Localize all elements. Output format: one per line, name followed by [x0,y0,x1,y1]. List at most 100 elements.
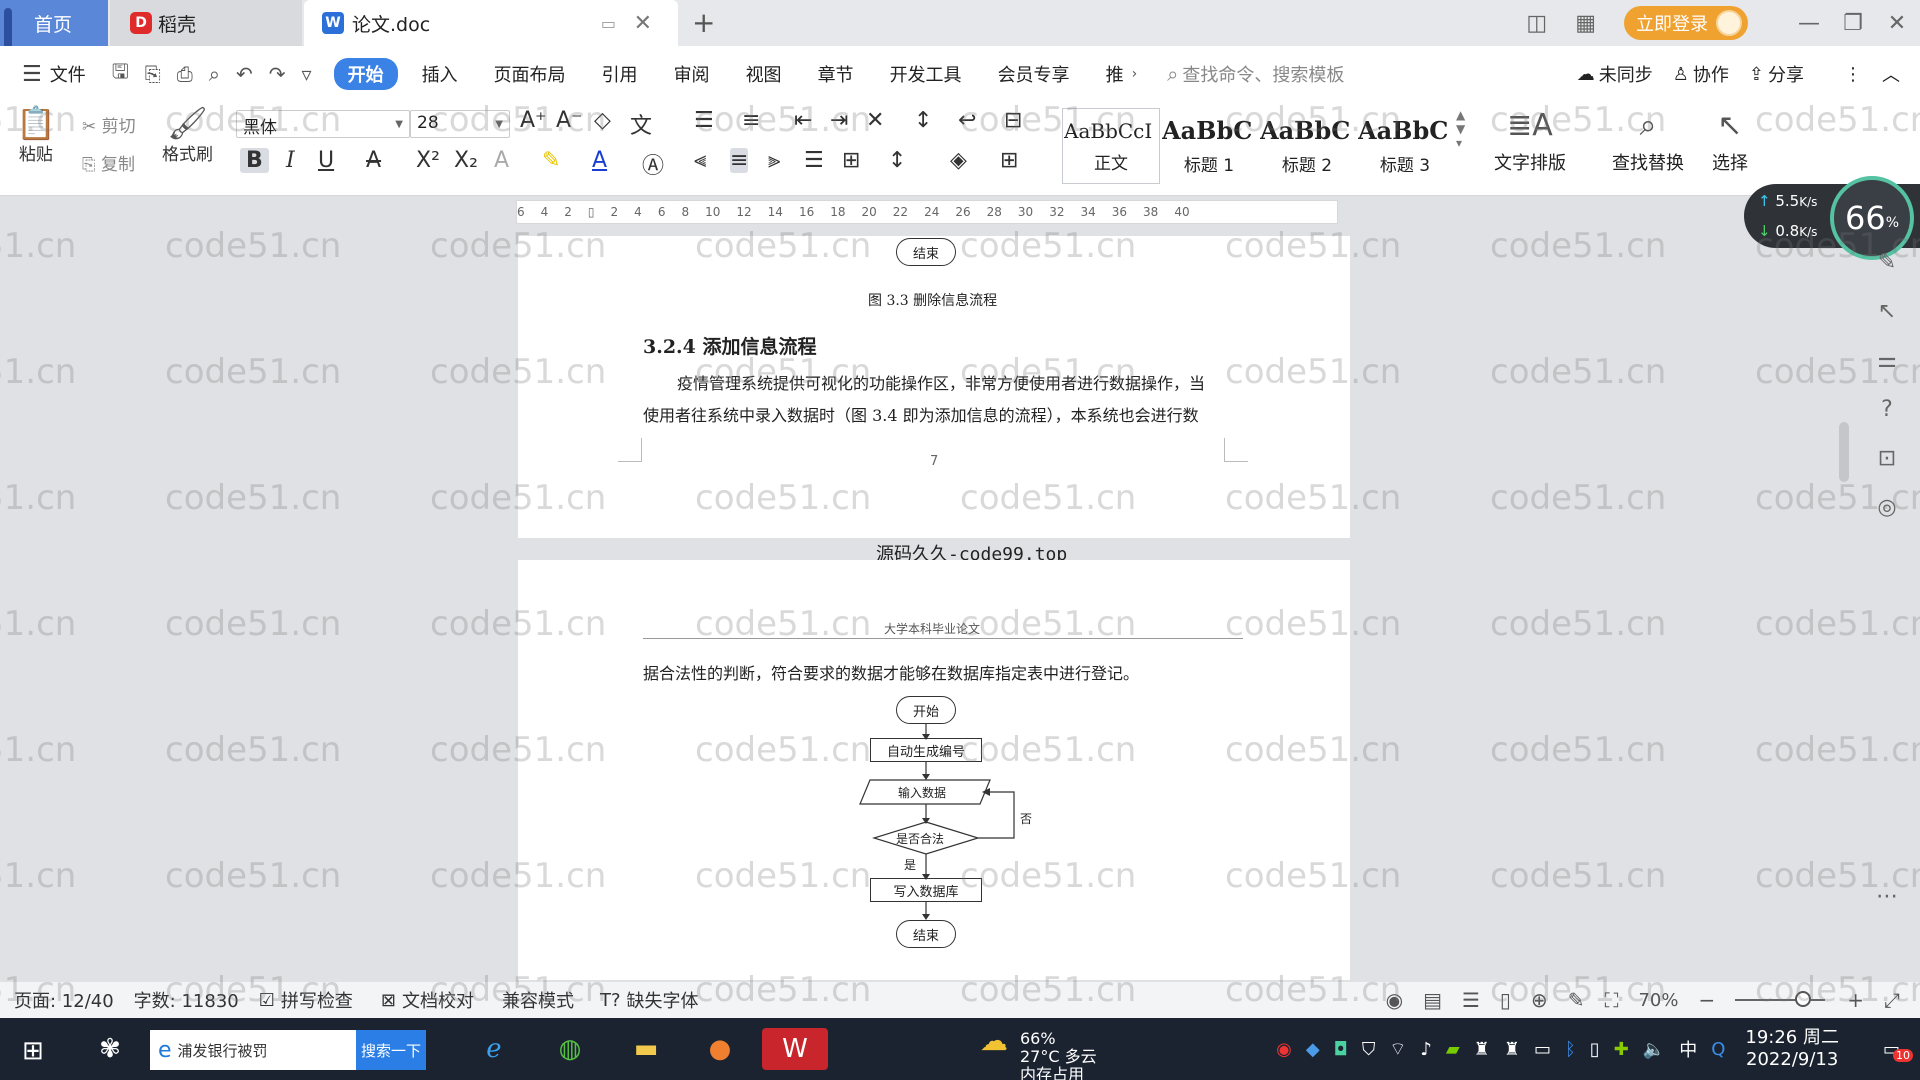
volume-icon[interactable]: 🔈 [1643,1039,1665,1060]
more-dots-icon[interactable]: ⋯ [1876,884,1898,909]
nvidia-icon[interactable]: ▰ [1446,1039,1460,1060]
shrink-font-icon[interactable]: A⁻ [556,108,583,133]
missing-font-button[interactable]: 缺失字体 [627,987,699,1013]
styles-scroll-icon[interactable]: ▲ ▼ ▾ [1456,108,1465,150]
increase-indent-icon[interactable]: ⇥ [830,108,848,133]
read-view-icon[interactable]: ▯ [1500,988,1511,1012]
qq-icon-2[interactable]: ♜ [1504,1039,1520,1060]
wifi-icon[interactable]: ⌔ [1389,1038,1406,1061]
cursor-select-icon[interactable]: ↖ [1878,299,1896,324]
show-marks-icon[interactable]: ↩ [958,108,976,133]
ime-indicator[interactable]: 中 [1679,1036,1697,1062]
menu-dev-tools[interactable]: 开发工具 [890,61,962,87]
menu-member[interactable]: 会员专享 [998,61,1070,87]
style-heading-2[interactable]: AaBbC 标题 2 [1258,108,1356,184]
menu-view[interactable]: 视图 [746,61,782,87]
justify-icon[interactable]: ☰ [804,148,824,173]
close-window-icon[interactable]: ✕ [1876,11,1918,36]
file-explorer-icon[interactable]: ▬ [622,1028,670,1070]
share-label[interactable]: 分享 [1768,61,1804,87]
help-icon[interactable]: ? [1881,397,1893,422]
pen-icon[interactable]: ✎ [1878,250,1896,275]
antivirus-icon[interactable]: ◉ [1276,1039,1292,1060]
page-view-icon[interactable]: ▤ [1423,988,1442,1012]
char-border-icon[interactable]: Ⓐ [642,148,664,180]
align-left-icon[interactable]: ⫷ [694,148,706,173]
distribute-icon[interactable]: ⊞ [842,148,860,173]
restore-icon[interactable]: ❐ [1832,11,1874,36]
word-count[interactable]: 字数: 11830 [134,987,239,1013]
export-pdf-icon[interactable]: ⎘ [145,62,161,86]
web-view-icon[interactable]: ⊕ [1531,988,1548,1012]
document-page[interactable]: 结束 图 3.3 删除信息流程 3.2.4 添加信息流程 疫情管理系统提供可视化… [518,236,1350,538]
sort-icon[interactable]: ↕ [914,108,932,133]
style-normal[interactable]: AaBbCcI 正文 [1062,108,1160,184]
spell-check-button[interactable]: 拼写检查 [281,987,353,1013]
fullscreen-icon[interactable]: ⤢ [1884,988,1900,1012]
customize-icon[interactable]: ▿ [302,62,312,86]
zoom-in-icon[interactable]: + [1847,988,1864,1012]
bluetooth-icon[interactable]: ᛒ [1565,1039,1576,1060]
usb-icon[interactable]: ▯ [1590,1039,1600,1060]
windows-start-icon[interactable]: ⊞ [22,1036,44,1066]
fan-app-icon[interactable]: ✾ [86,1028,134,1070]
input-method-icon[interactable]: Q [1711,1039,1725,1060]
page-indicator[interactable]: 页面: 12/40 [14,987,114,1013]
undo-icon[interactable]: ↶ [236,62,253,86]
collab-icon[interactable]: ♙ [1673,64,1689,85]
file-menu[interactable]: ☰ 文件 [22,61,86,87]
font-color-button[interactable]: A [592,148,607,173]
line-spacing-icon[interactable]: ↕ [888,148,906,173]
tray-app-icon[interactable]: ◘ [1334,1039,1348,1060]
cut-button[interactable]: ✂ 剪切 [82,112,136,137]
tab-daoke[interactable]: D 稻壳 [110,0,302,46]
menu-review[interactable]: 审阅 [674,61,710,87]
format-painter-button[interactable]: 🖌 格式刷 [162,106,213,165]
grow-font-icon[interactable]: A⁺ [520,108,547,133]
taskbar-search[interactable]: e 浦发银行被罚 搜索一下 [150,1030,426,1070]
subscript-button[interactable]: X₂ [454,148,478,173]
text-layout-button[interactable]: ≣A 文字排版 [1494,108,1566,175]
table-tools-icon[interactable]: ⊟ [1004,108,1022,133]
zoom-slider-knob[interactable] [1795,991,1812,1007]
print-icon[interactable]: ⎙ [177,62,193,86]
qq-icon[interactable]: ♜ [1474,1039,1490,1060]
share-icon[interactable]: ⇪ [1749,64,1764,85]
shading-icon[interactable]: ◈ [950,148,967,173]
shield-icon[interactable]: ⛉ [1362,1039,1376,1060]
zoom-level[interactable]: 70% [1638,990,1678,1011]
decrease-indent-icon[interactable]: ⇤ [794,108,812,133]
collab-label[interactable]: 协作 [1693,61,1729,87]
chevron-right-icon[interactable]: › [1132,66,1138,82]
browser-360-icon[interactable]: ◍ [546,1028,594,1070]
memory-gauge[interactable]: 66% [1830,176,1914,260]
scroll-thumb[interactable] [1839,422,1849,482]
login-button[interactable]: 立即登录 [1624,6,1748,40]
game-app-icon[interactable]: ● [696,1028,744,1070]
phonetic-icon[interactable]: 文 [630,108,652,140]
compat-mode[interactable]: 兼容模式 [502,987,574,1013]
minimize-icon[interactable]: — [1788,11,1830,36]
eye-protect-icon[interactable]: ◉ [1386,988,1403,1012]
vertical-scrollbar[interactable] [1836,236,1852,966]
menu-start[interactable]: 开始 [333,58,398,90]
menu-insert[interactable]: 插入 [422,61,458,87]
copy-button[interactable]: ⎘ 复制 [82,150,135,175]
style-heading-3[interactable]: AaBbC 标题 3 [1356,108,1454,184]
unsync-label[interactable]: 未同步 [1599,61,1653,87]
command-search[interactable]: ⌕ 查找命令、搜索模板 [1167,61,1344,87]
menu-page-layout[interactable]: 页面布局 [494,61,566,87]
zoom-slider[interactable] [1735,991,1826,1007]
document-page[interactable]: 大学本科毕业论文 据合法性的判断，符合要求的数据才能够在数据库指定表中进行登记。… [518,560,1350,980]
menu-recommend[interactable]: 推 [1106,61,1124,87]
chinese-layout-icon[interactable]: ✕ [866,108,884,133]
action-center-icon[interactable]: ▭ 10 [1883,1039,1913,1062]
notification-bell-icon[interactable]: ♪ [1420,1039,1432,1060]
monitor-icon[interactable]: ▭ [601,14,616,33]
more-icon[interactable]: ⋮ [1844,64,1862,85]
battery-icon[interactable]: ▭ [1534,1039,1551,1060]
tab-home[interactable]: 首页 [0,0,108,46]
print-preview-icon[interactable]: ⌕ [209,62,220,86]
select-button[interactable]: ↖ 选择 [1712,108,1748,175]
apps-grid-icon[interactable]: ▦ [1575,11,1596,36]
